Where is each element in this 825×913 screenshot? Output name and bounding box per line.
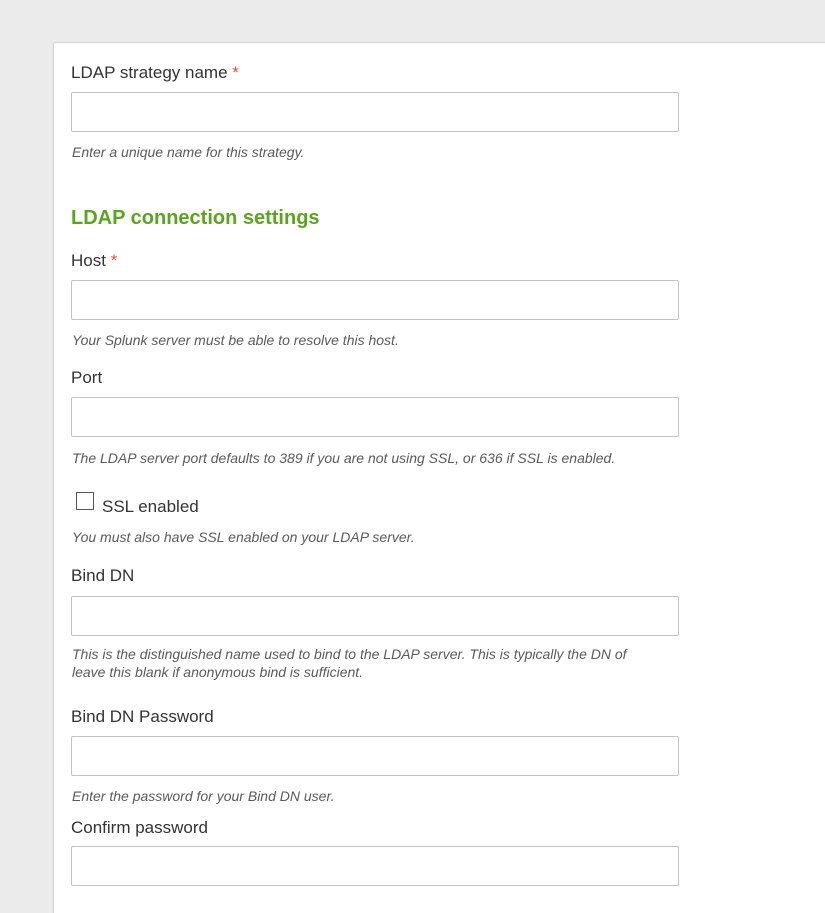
port-input[interactable] <box>71 397 679 437</box>
ssl-enabled-label[interactable]: SSL enabled <box>102 497 199 517</box>
bind-dn-password-label: Bind DN Password <box>71 707 214 726</box>
connection-settings-heading: LDAP connection settings <box>71 207 320 229</box>
ssl-help: You must also have SSL enabled on your L… <box>72 529 415 545</box>
bind-dn-help-line2: leave this blank if anonymous bind is su… <box>72 664 364 680</box>
strategy-name-label: LDAP strategy name * <box>71 63 239 83</box>
page: LDAP strategy name * Enter a unique name… <box>0 0 825 913</box>
bind-dn-help-line1: This is the distinguished name used to b… <box>72 646 627 662</box>
confirm-password-input[interactable] <box>71 846 679 886</box>
port-label: Port <box>71 368 103 387</box>
ldap-form-panel <box>53 42 825 913</box>
bind-dn-label: Bind DN <box>71 566 135 585</box>
strategy-name-label-text: LDAP strategy name <box>71 63 228 82</box>
ssl-enabled-checkbox[interactable] <box>76 492 94 510</box>
host-help: Your Splunk server must be able to resol… <box>72 332 399 348</box>
bind-dn-password-input[interactable] <box>71 736 679 776</box>
required-marker: * <box>110 251 118 270</box>
strategy-name-help: Enter a unique name for this strategy. <box>72 144 305 160</box>
host-input[interactable] <box>71 280 679 320</box>
strategy-name-input[interactable] <box>71 92 679 132</box>
host-label: Host * <box>71 251 117 271</box>
confirm-password-label: Confirm password <box>71 818 208 837</box>
bind-dn-password-help: Enter the password for your Bind DN user… <box>72 788 335 804</box>
required-marker: * <box>232 63 239 82</box>
port-help: The LDAP server port defaults to 389 if … <box>72 450 616 466</box>
host-label-text: Host <box>71 251 106 270</box>
bind-dn-input[interactable] <box>71 596 679 636</box>
